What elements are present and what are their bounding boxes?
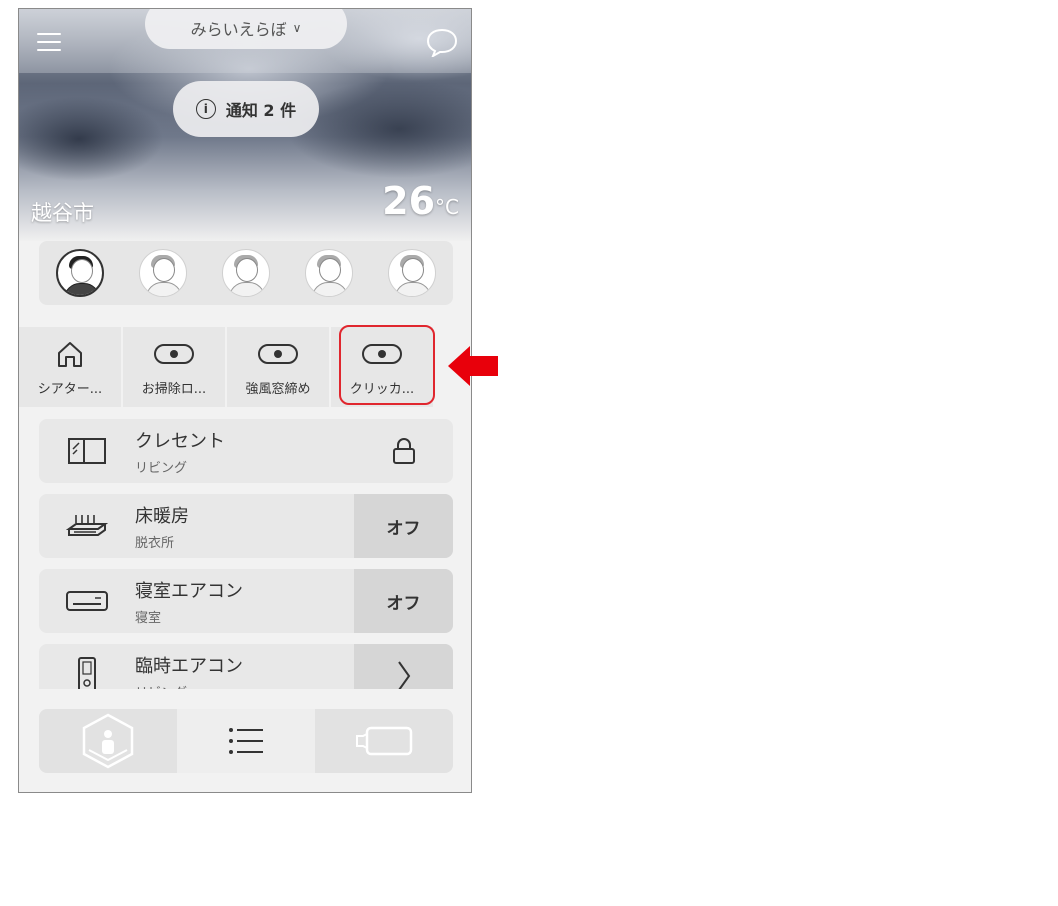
temperature-value: 26 (382, 179, 436, 223)
home-icon (55, 338, 85, 370)
lock-icon[interactable] (354, 419, 453, 483)
camera-icon (356, 726, 413, 756)
scene-storm-window-close[interactable]: 強風窓締め (227, 327, 331, 407)
tab-home-3d[interactable] (39, 709, 177, 773)
chevron-down-icon: ∨ (292, 21, 302, 35)
device-room: リビング (135, 460, 188, 476)
home-3d-icon (82, 713, 134, 769)
scene-label: シアター... (37, 382, 103, 397)
toggle-icon (258, 344, 298, 364)
user-avatar[interactable] (56, 249, 105, 297)
home-name: みらいえらぼ (190, 20, 287, 39)
device-floor-heater[interactable]: 床暖房 脱衣所 オフ (39, 494, 453, 558)
scene-label: クリッカ... (349, 382, 415, 397)
tab-bar (39, 709, 453, 773)
device-bedroom-ac[interactable]: 寝室エアコン 寝室 オフ (39, 569, 453, 633)
user-avatar[interactable] (387, 249, 436, 297)
info-icon: i (195, 99, 216, 119)
scene-shortcuts: シアター... お掃除ロ... 強風窓締め クリッカ... (19, 325, 471, 407)
user-avatar[interactable] (304, 249, 353, 297)
floor-heater-icon (39, 511, 135, 541)
scene-cleaning-robot[interactable]: お掃除ロ... (123, 327, 227, 407)
list-icon (229, 728, 263, 754)
device-name: 床暖房 (135, 505, 189, 527)
home-selector[interactable]: みらいえらぼ ∨ (145, 9, 347, 49)
user-avatar[interactable] (139, 249, 188, 297)
menu-icon[interactable] (37, 33, 61, 53)
notification-label: 通知 2 件 (225, 101, 297, 120)
toggle-icon (362, 344, 402, 364)
device-room: 脱衣所 (135, 535, 175, 551)
power-off-button[interactable]: オフ (354, 494, 453, 558)
temperature-unit: °C (435, 195, 459, 219)
chat-icon[interactable] (425, 27, 459, 57)
user-avatar[interactable] (221, 249, 270, 297)
air-conditioner-icon (39, 588, 135, 614)
app-screen: みらいえらぼ ∨ i 通知 2 件 越谷市 26°C シアター... お掃除ロ.… (18, 8, 472, 793)
pointer-arrow-icon (448, 346, 498, 386)
temperature: 26°C (382, 179, 459, 223)
device-room: 寝室 (135, 610, 162, 626)
device-name: 寝室エアコン (135, 580, 243, 602)
tab-camera[interactable] (315, 709, 453, 773)
power-off-button[interactable]: オフ (354, 569, 453, 633)
city-name: 越谷市 (31, 201, 94, 225)
notification-button[interactable]: i 通知 2 件 (173, 81, 319, 137)
scene-label: お掃除ロ... (141, 382, 207, 397)
scene-label: 強風窓締め (245, 382, 311, 397)
device-name: 臨時エアコン (135, 655, 243, 677)
tab-list[interactable] (177, 709, 315, 773)
window-icon (39, 437, 135, 465)
device-name: クレセント (135, 430, 225, 452)
toggle-icon (154, 344, 194, 364)
device-list: クレセント リビング 床暖房 脱衣所 オフ 寝室エアコン 寝室 オフ 臨時エアコ… (39, 419, 453, 719)
user-selector (39, 241, 453, 305)
device-crescent[interactable]: クレセント リビング (39, 419, 453, 483)
scene-clicker[interactable]: クリッカ... (331, 325, 435, 407)
scene-theater[interactable]: シアター... (19, 327, 123, 407)
top-bar: みらいえらぼ ∨ (19, 9, 471, 73)
